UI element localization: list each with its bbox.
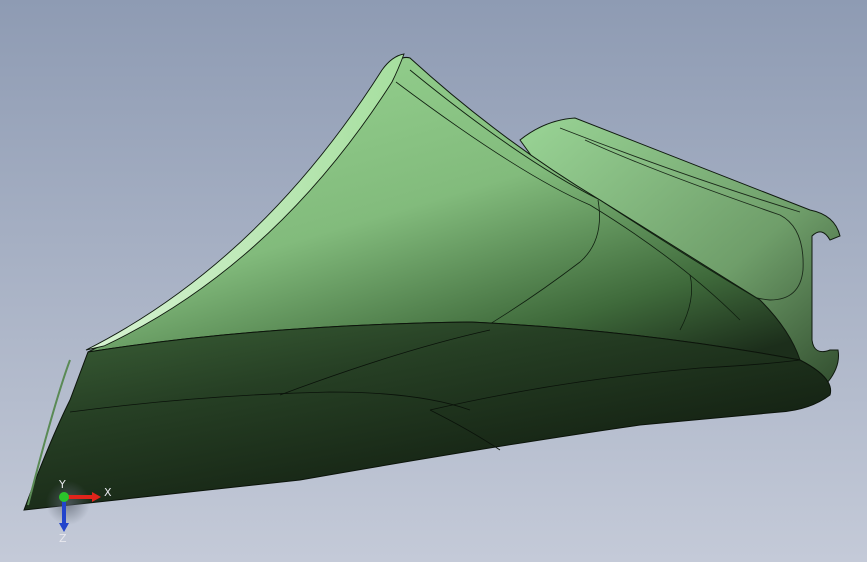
- 3d-viewport[interactable]: X Y Z: [0, 0, 867, 562]
- triad-y-label: Y: [58, 478, 66, 491]
- cad-scene[interactable]: X Y Z: [0, 0, 867, 562]
- triad-x-label: X: [104, 486, 112, 499]
- triad-z-arrow: [59, 523, 69, 532]
- triad-z-label: Z: [59, 532, 67, 545]
- triad-origin-shadow: [46, 481, 90, 525]
- lower-skirt-face[interactable]: [23, 321, 832, 511]
- triad-y-axis: [59, 492, 69, 502]
